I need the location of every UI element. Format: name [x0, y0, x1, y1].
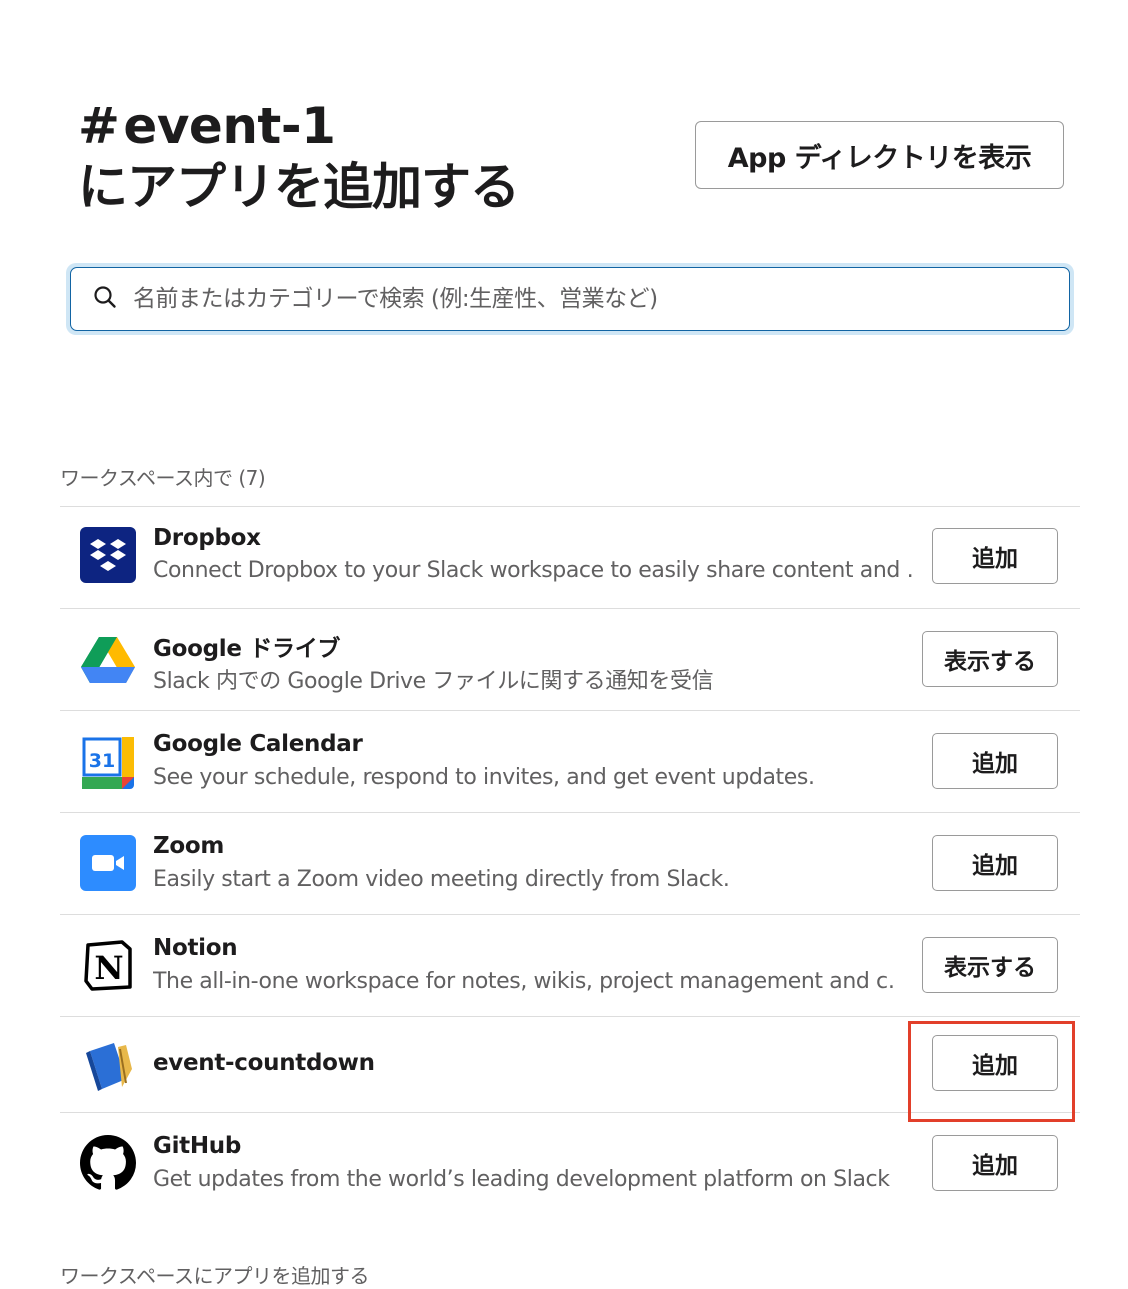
app-name: GitHub: [153, 1133, 242, 1159]
channel-hash: #: [78, 97, 120, 155]
notion-icon: N: [80, 937, 136, 993]
zoom-icon: [80, 835, 136, 891]
page-subtitle: にアプリを追加する: [78, 158, 520, 216]
app-name: Dropbox: [153, 525, 261, 551]
channel-title: #event-1: [78, 96, 519, 156]
highlight-box: [908, 1021, 1075, 1122]
app-description: Easily start a Zoom video meeting direct…: [153, 867, 730, 892]
app-description: Slack 内での Google Drive ファイルに関する通知を受信: [153, 669, 714, 694]
list-item-zoom: Zoom Easily start a Zoom video meeting d…: [60, 812, 1080, 914]
github-icon: [80, 1135, 136, 1191]
google-calendar-icon: 31: [80, 735, 136, 791]
search-input[interactable]: [131, 285, 1015, 313]
add-dropbox-button[interactable]: 追加: [932, 528, 1058, 584]
search-icon: [93, 285, 117, 313]
notebook-icon: [80, 1037, 136, 1093]
list-item-github: GitHub Get updates from the world’s lead…: [60, 1112, 1080, 1222]
google-drive-icon: [80, 631, 136, 687]
app-description: Connect Dropbox to your Slack workspace …: [153, 558, 913, 583]
view-notion-button[interactable]: 表示する: [922, 937, 1058, 993]
search-box[interactable]: [70, 267, 1070, 331]
list-item-google-calendar: 31 Google Calendar See your schedule, re…: [60, 710, 1080, 812]
app-directory-button[interactable]: App ディレクトリを表示: [695, 121, 1064, 189]
dropbox-icon: [80, 527, 136, 583]
app-description: See your schedule, respond to invites, a…: [153, 765, 815, 790]
channel-name: event-1: [123, 97, 336, 155]
app-name: Google Calendar: [153, 731, 363, 757]
list-item-notion: N Notion The all-in-one workspace for no…: [60, 914, 1080, 1016]
app-name: Google ドライブ: [153, 636, 341, 662]
add-github-button[interactable]: 追加: [932, 1135, 1058, 1191]
app-name: Zoom: [153, 833, 225, 859]
notion-letter: N: [94, 949, 123, 987]
app-description: The all-in-one workspace for notes, wiki…: [153, 969, 893, 994]
add-google-calendar-button[interactable]: 追加: [932, 733, 1058, 789]
view-google-drive-button[interactable]: 表示する: [922, 631, 1058, 687]
app-description: Get updates from the world’s leading dev…: [153, 1167, 890, 1192]
footer-section-label: ワークスペースにアプリを追加する: [60, 1264, 370, 1288]
search-container: [66, 263, 1074, 335]
page-title: #event-1 にアプリを追加する: [78, 96, 520, 218]
calendar-day-text: 31: [89, 750, 115, 772]
list-item-dropbox: Dropbox Connect Dropbox to your Slack wo…: [60, 506, 1080, 608]
list-item-google-drive: Google ドライブ Slack 内での Google Drive ファイルに…: [60, 608, 1080, 710]
app-name: event-countdown: [153, 1050, 375, 1076]
add-zoom-button[interactable]: 追加: [932, 835, 1058, 891]
section-label: ワークスペース内で (7): [60, 466, 266, 490]
app-name: Notion: [153, 935, 238, 961]
